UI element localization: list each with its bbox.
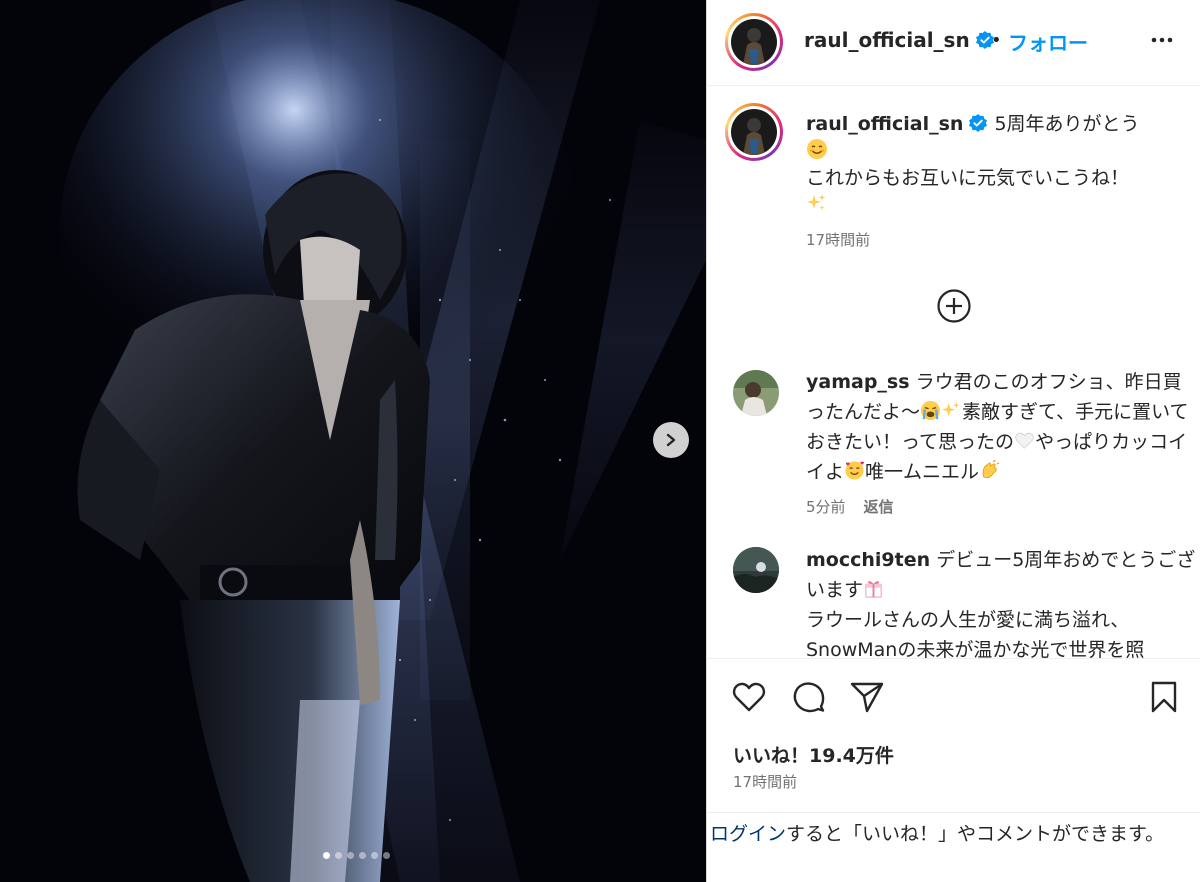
login-prompt: ログインすると「いいね！」やコメントができます。 — [707, 812, 1200, 882]
sparkles-emoji-icon — [941, 401, 960, 417]
post-media[interactable] — [0, 0, 706, 882]
comment-bubble-icon[interactable] — [791, 679, 827, 715]
post-header: raul_official_sn • フォロー — [707, 0, 1200, 86]
login-prompt-text: すると「いいね！」やコメントができます。 — [786, 823, 1165, 845]
follow-button[interactable]: フォロー — [1008, 27, 1088, 56]
clapping-hands-emoji-icon — [982, 460, 1000, 479]
comment-body-part: ラウールさんの人生が愛に満ち溢れ、SnowManの未来が温かな光で世界を照 — [806, 609, 1145, 658]
author-username[interactable]: raul_official_sn — [804, 28, 995, 52]
smiling-face-with-hearts-emoji-icon — [845, 461, 865, 480]
carousel-dot — [335, 852, 342, 859]
verified-badge-icon — [969, 114, 988, 132]
comment-text: mocchi9ten デビュー5周年おめでとうございます ラウールさんの人生が愛… — [806, 545, 1196, 658]
header-separator: • — [991, 30, 1002, 51]
carousel-indicator — [323, 852, 390, 859]
share-send-icon[interactable] — [849, 679, 885, 715]
chevron-right-icon — [666, 433, 676, 447]
avatar-image — [731, 19, 777, 65]
carousel-dot — [383, 852, 390, 859]
carousel-dot — [347, 852, 354, 859]
commenter-avatar[interactable] — [733, 547, 779, 593]
comment-username[interactable]: mocchi9ten — [806, 549, 930, 571]
caption-author-avatar[interactable] — [725, 103, 783, 161]
like-heart-icon[interactable] — [731, 679, 767, 715]
load-more-comments-icon[interactable] — [936, 288, 972, 324]
loudly-crying-face-emoji-icon — [920, 400, 941, 421]
like-count[interactable]: いいね！19.4万件 — [733, 741, 894, 768]
caption-line-2: これからもお互いに元気でいこうね！ — [806, 167, 1130, 189]
caption-username[interactable]: raul_official_sn — [806, 113, 963, 135]
white-heart-emoji-icon — [1015, 432, 1034, 449]
carousel-dot — [323, 852, 330, 859]
author-avatar[interactable] — [725, 13, 783, 71]
post-side-panel: raul_official_sn • フォロー raul_official_sn… — [706, 0, 1200, 882]
comment-timestamp: 5分前 — [806, 498, 846, 516]
post-photo — [0, 0, 706, 882]
comment-text: yamap_ss ラウ君のこのオフショ、昨日買ったんだよ〜 素敵すぎて、手元に置… — [806, 367, 1196, 487]
carousel-dot — [359, 852, 366, 859]
reply-button[interactable]: 返信 — [864, 498, 894, 516]
caption-line-1: 5周年ありがとう — [994, 113, 1140, 135]
comment-username[interactable]: yamap_ss — [806, 371, 910, 393]
commenter-avatar[interactable] — [733, 370, 779, 416]
carousel-dot — [371, 852, 378, 859]
post-caption: raul_official_sn 5周年ありがとう これからもお互いに元気でいこ… — [806, 111, 1186, 219]
next-slide-button[interactable] — [653, 422, 689, 458]
wrapped-gift-emoji-icon — [864, 581, 883, 598]
avatar-image — [731, 109, 777, 155]
comment-meta: 5分前 返信 — [806, 496, 894, 517]
sparkles-emoji-icon — [807, 194, 826, 211]
smiling-face-emoji-icon — [807, 139, 827, 159]
login-link[interactable]: ログイン — [710, 823, 786, 845]
post-timestamp: 17時間前 — [733, 773, 798, 791]
caption-timestamp: 17時間前 — [806, 231, 871, 249]
save-bookmark-icon[interactable] — [1146, 679, 1182, 715]
comments-scroll-area[interactable]: raul_official_sn 5周年ありがとう これからもお互いに元気でいこ… — [707, 87, 1200, 658]
comment-body-part: 唯一ムニエル — [865, 461, 980, 483]
more-options-icon[interactable] — [1148, 26, 1176, 54]
post-actions: いいね！19.4万件 17時間前 — [707, 658, 1200, 822]
